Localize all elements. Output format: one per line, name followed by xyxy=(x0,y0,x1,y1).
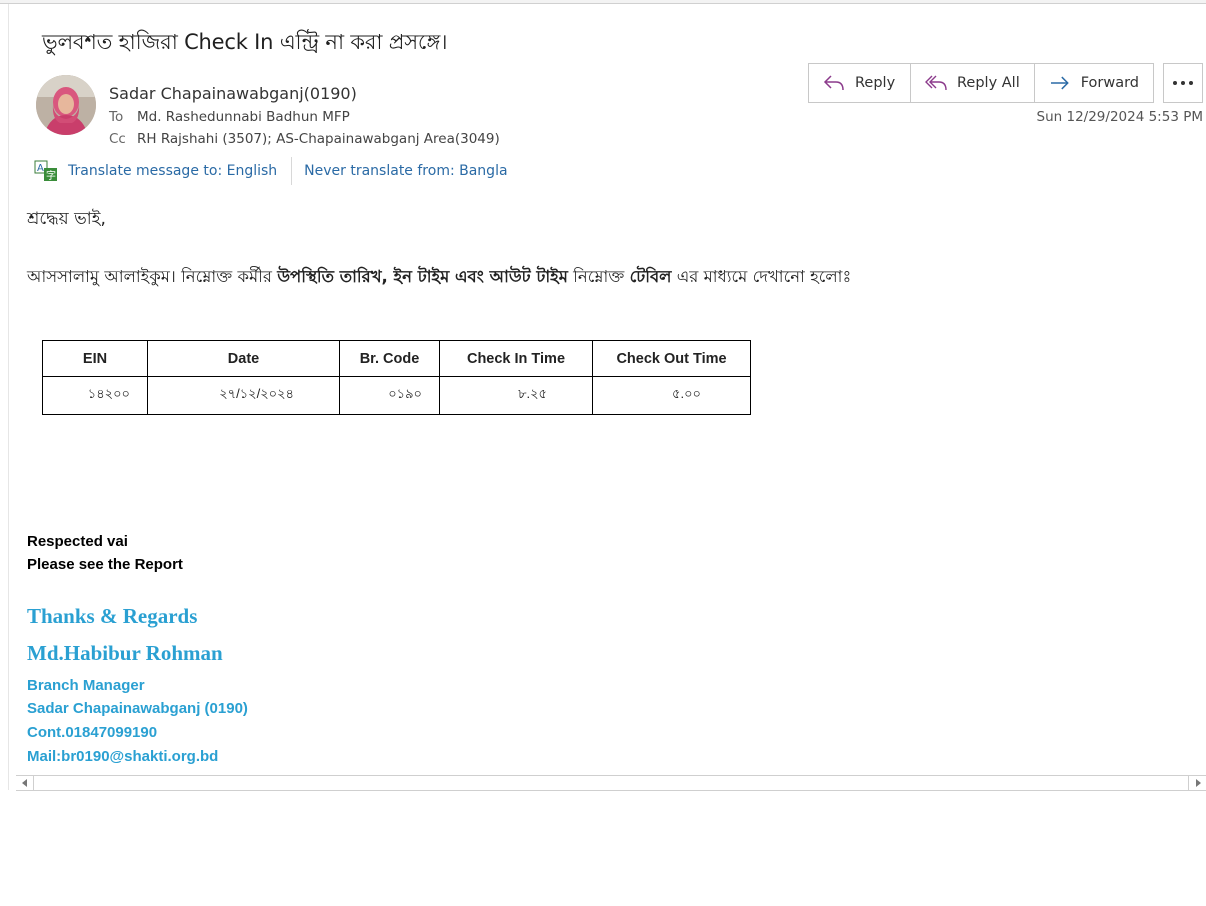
to-recipient[interactable]: Md. Rashedunnabi Badhun MFP xyxy=(137,109,350,125)
signature-branch: Sadar Chapainawabganj (0190) xyxy=(27,700,248,717)
signature-contact: Cont.01847099190 xyxy=(27,724,158,741)
cc-recipients: Cc RH Rajshahi (3507); AS-Chapainawabganj… xyxy=(109,131,500,147)
to-label: To xyxy=(109,109,124,125)
translate-divider xyxy=(291,157,293,185)
reply-label: Reply xyxy=(855,75,896,91)
sent-timestamp: Sun 12/29/2024 5:53 PM xyxy=(1036,109,1203,125)
scroll-left-button[interactable] xyxy=(16,776,34,790)
translate-message-link[interactable]: Translate message to: English xyxy=(68,163,277,179)
salam-line: আসসালামু আলাইকুম। নিম্নোক্ত কর্মীর উপস্থ… xyxy=(27,264,851,291)
to-recipients: To Md. Rashedunnabi Badhun MFP xyxy=(109,109,350,125)
attendance-table: EIN Date Br. Code Check In Time Check Ou… xyxy=(42,340,751,415)
translate-bar: A 字 Translate message to: English Never … xyxy=(34,157,508,185)
table-row: ১৪২০০ ২৭/১২/২০২৪ ০১৯০ ৮.২৫ ৫.০০ xyxy=(42,376,751,415)
header-check-out: Check Out Time xyxy=(592,340,751,377)
salam-text-1: আসসালামু আলাইকুম। নিম্নোক্ত কর্মীর xyxy=(27,267,278,286)
salam-text-3: এর মাধ্যমে দেখানো হলোঃ xyxy=(671,267,852,286)
salam-text-2: নিম্নোক্ত xyxy=(567,267,630,286)
signature-thanks: Thanks & Regards xyxy=(27,604,198,628)
cc-label: Cc xyxy=(109,131,126,147)
svg-text:字: 字 xyxy=(46,169,56,182)
respected-line: Respected vai xyxy=(27,533,128,550)
forward-button[interactable]: Forward xyxy=(1035,64,1153,102)
salam-bold-2: টেবিল xyxy=(629,267,672,286)
email-subject: ভুলবশত হাজিরা Check In এন্ট্রি না করা প্… xyxy=(42,30,448,54)
cell-br-code: ০১৯০ xyxy=(339,376,440,415)
please-see-line: Please see the Report xyxy=(27,556,183,573)
reply-icon xyxy=(823,75,844,91)
reading-pane-border xyxy=(8,4,9,790)
sender-avatar[interactable] xyxy=(36,75,96,135)
cell-check-out: ৫.০০ xyxy=(592,376,751,415)
sender-name[interactable]: Sadar Chapainawabganj(0190) xyxy=(109,84,357,103)
greeting-line: শ্রদ্ধেয় ভাই, xyxy=(27,209,106,229)
signature-mail[interactable]: Mail:br0190@shakti.org.bd xyxy=(27,748,218,765)
table-header-row: EIN Date Br. Code Check In Time Check Ou… xyxy=(42,340,751,377)
forward-label: Forward xyxy=(1080,75,1139,91)
scroll-left-icon xyxy=(21,779,27,787)
scroll-right-icon xyxy=(1195,779,1201,787)
cell-ein: ১৪২০০ xyxy=(42,376,148,415)
header-br-code: Br. Code xyxy=(339,340,440,377)
header-check-in: Check In Time xyxy=(439,340,593,377)
reply-all-label: Reply All xyxy=(957,75,1020,91)
header-ein: EIN xyxy=(42,340,148,377)
forward-icon xyxy=(1050,76,1069,90)
reply-all-icon xyxy=(925,75,947,91)
reply-all-button[interactable]: Reply All xyxy=(911,64,1035,102)
horizontal-scrollbar[interactable] xyxy=(16,775,1206,791)
signature-title: Branch Manager xyxy=(27,677,145,694)
salam-bold-1: উপস্থিতি তারিখ, ইন টাইম এবং আউট টাইম xyxy=(277,267,568,286)
translate-icon: A 字 xyxy=(34,160,57,182)
more-icon xyxy=(1173,81,1193,85)
cc-recipient[interactable]: RH Rajshahi (3507); AS-Chapainawabganj A… xyxy=(137,131,500,147)
more-actions-button[interactable] xyxy=(1163,63,1203,103)
never-translate-link[interactable]: Never translate from: Bangla xyxy=(304,163,507,179)
svg-text:A: A xyxy=(37,163,44,174)
scroll-right-button[interactable] xyxy=(1188,776,1206,790)
window-top-edge xyxy=(0,0,1206,4)
cell-check-in: ৮.২৫ xyxy=(439,376,593,415)
cell-date: ২৭/১২/২০২৪ xyxy=(147,376,340,415)
reply-button[interactable]: Reply xyxy=(809,64,911,102)
message-action-bar: Reply Reply All Forward xyxy=(808,63,1154,103)
signature-name: Md.Habibur Rohman xyxy=(27,641,223,665)
header-date: Date xyxy=(147,340,340,377)
